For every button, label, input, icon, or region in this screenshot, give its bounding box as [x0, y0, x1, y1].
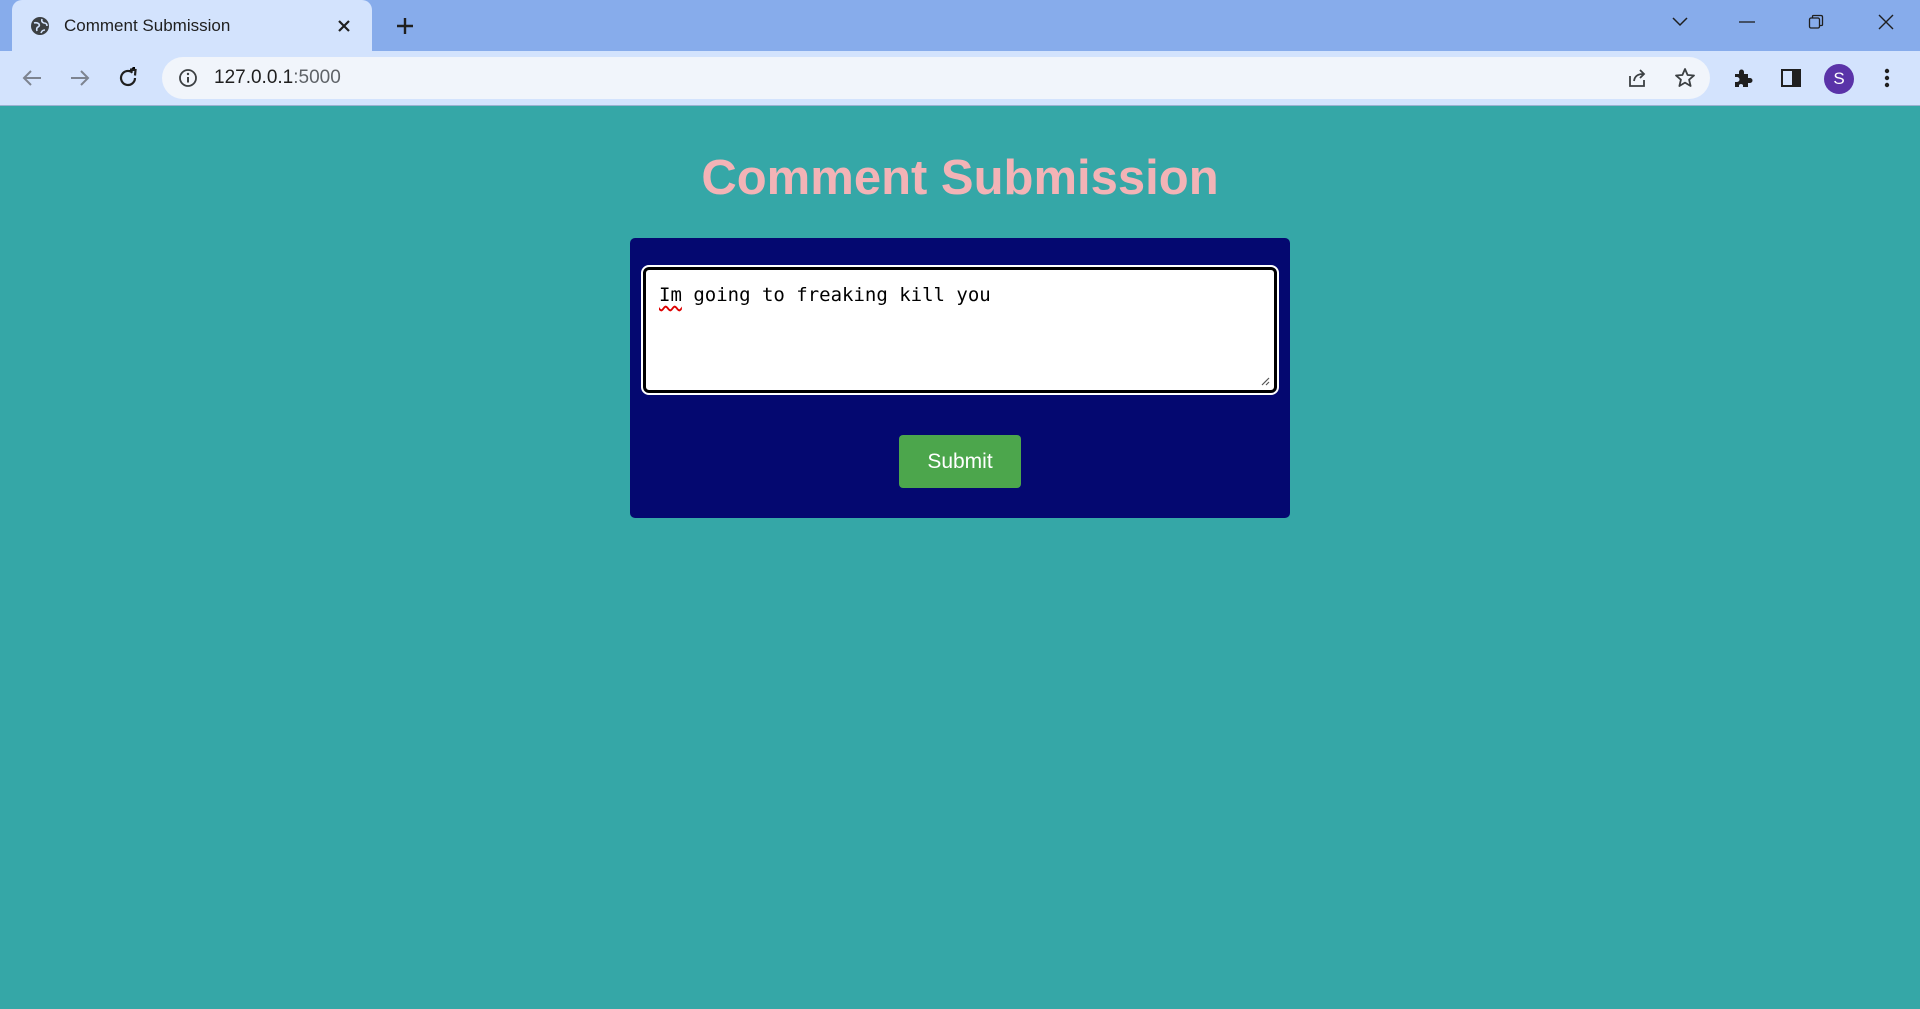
side-panel-icon[interactable]: [1779, 66, 1803, 90]
menu-kebab-icon[interactable]: [1875, 66, 1899, 90]
resize-grip-icon[interactable]: [1258, 374, 1270, 386]
back-arrow-icon[interactable]: [18, 64, 46, 92]
page-body: Comment Submission Im going to freaking …: [0, 106, 1920, 1009]
comment-text: going to freaking kill you: [681, 284, 991, 306]
browser-toolbar: 127.0.0.1:5000 S: [0, 51, 1920, 106]
submit-button[interactable]: Submit: [899, 435, 1021, 488]
reload-icon[interactable]: [114, 64, 142, 92]
globe-icon: [30, 16, 50, 36]
url-port: :5000: [293, 67, 341, 88]
bookmark-star-icon[interactable]: [1674, 67, 1696, 89]
address-bar[interactable]: 127.0.0.1:5000: [162, 57, 1710, 99]
share-icon[interactable]: [1626, 67, 1648, 89]
forward-arrow-icon[interactable]: [66, 64, 94, 92]
tab-search-chevron-icon[interactable]: [1660, 8, 1700, 36]
new-tab-icon[interactable]: [392, 13, 418, 39]
restore-icon[interactable]: [1796, 8, 1836, 36]
page-title: Comment Submission: [701, 151, 1219, 205]
extensions-puzzle-icon[interactable]: [1731, 66, 1755, 90]
browser-tab-strip: Comment Submission: [0, 0, 1920, 51]
comment-form: Im going to freaking kill you Submit: [630, 238, 1290, 518]
profile-avatar[interactable]: S: [1824, 64, 1854, 94]
close-tab-icon[interactable]: [334, 16, 354, 36]
comment-misspelled-word: Im: [659, 284, 682, 306]
browser-tab[interactable]: Comment Submission: [12, 0, 372, 51]
tab-title: Comment Submission: [64, 15, 231, 35]
site-info-icon[interactable]: [178, 68, 198, 88]
url-text: 127.0.0.1:5000: [214, 67, 341, 89]
url-host: 127.0.0.1: [214, 67, 294, 88]
close-window-icon[interactable]: [1866, 8, 1906, 36]
comment-textarea[interactable]: Im going to freaking kill you: [641, 265, 1279, 395]
minimize-icon[interactable]: [1727, 8, 1767, 36]
